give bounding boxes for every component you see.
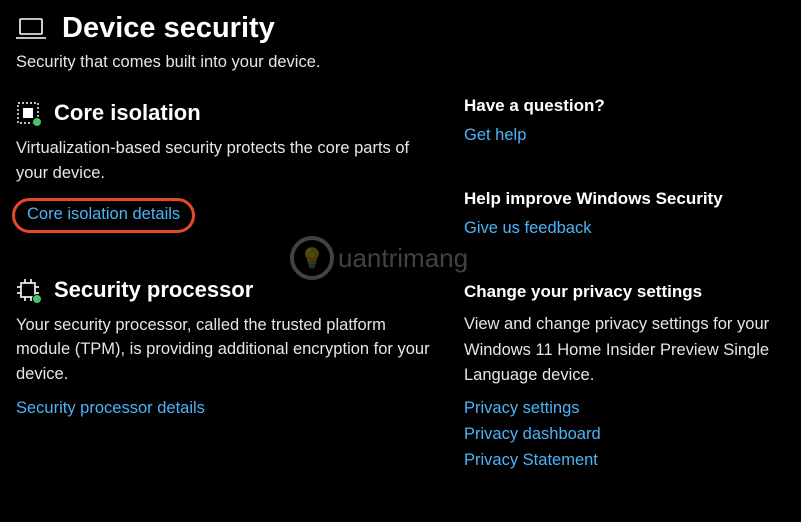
privacy-heading: Change your privacy settings (464, 282, 781, 302)
core-isolation-details-highlight: Core isolation details (12, 198, 195, 233)
page-header: Device security (16, 12, 785, 45)
core-isolation-title: Core isolation (54, 100, 201, 126)
core-isolation-desc: Virtualization-based security protects t… (16, 136, 436, 186)
feedback-heading: Help improve Windows Security (464, 189, 781, 209)
feedback-link[interactable]: Give us feedback (464, 219, 592, 238)
core-isolation-icon (16, 101, 40, 125)
core-isolation-details-link[interactable]: Core isolation details (27, 205, 180, 224)
have-question-heading: Have a question? (464, 96, 781, 116)
feedback-block: Help improve Windows Security Give us fe… (464, 189, 781, 238)
chip-icon (16, 278, 40, 302)
privacy-block: Change your privacy settings View and ch… (464, 282, 781, 470)
security-processor-section: Security processor Your security process… (16, 277, 436, 418)
core-isolation-section: Core isolation Virtualization-based secu… (16, 100, 436, 233)
laptop-icon (16, 17, 46, 41)
privacy-statement-link[interactable]: Privacy Statement (464, 451, 781, 470)
privacy-settings-link[interactable]: Privacy settings (464, 399, 781, 418)
page-title: Device security (62, 12, 275, 45)
get-help-link[interactable]: Get help (464, 126, 526, 145)
security-processor-details-link[interactable]: Security processor details (16, 399, 205, 418)
privacy-desc: View and change privacy settings for you… (464, 312, 781, 389)
security-processor-title: Security processor (54, 277, 253, 303)
security-processor-desc: Your security processor, called the trus… (16, 313, 436, 387)
page-subtitle: Security that comes built into your devi… (16, 53, 785, 72)
help-block: Have a question? Get help (464, 96, 781, 145)
privacy-dashboard-link[interactable]: Privacy dashboard (464, 425, 781, 444)
